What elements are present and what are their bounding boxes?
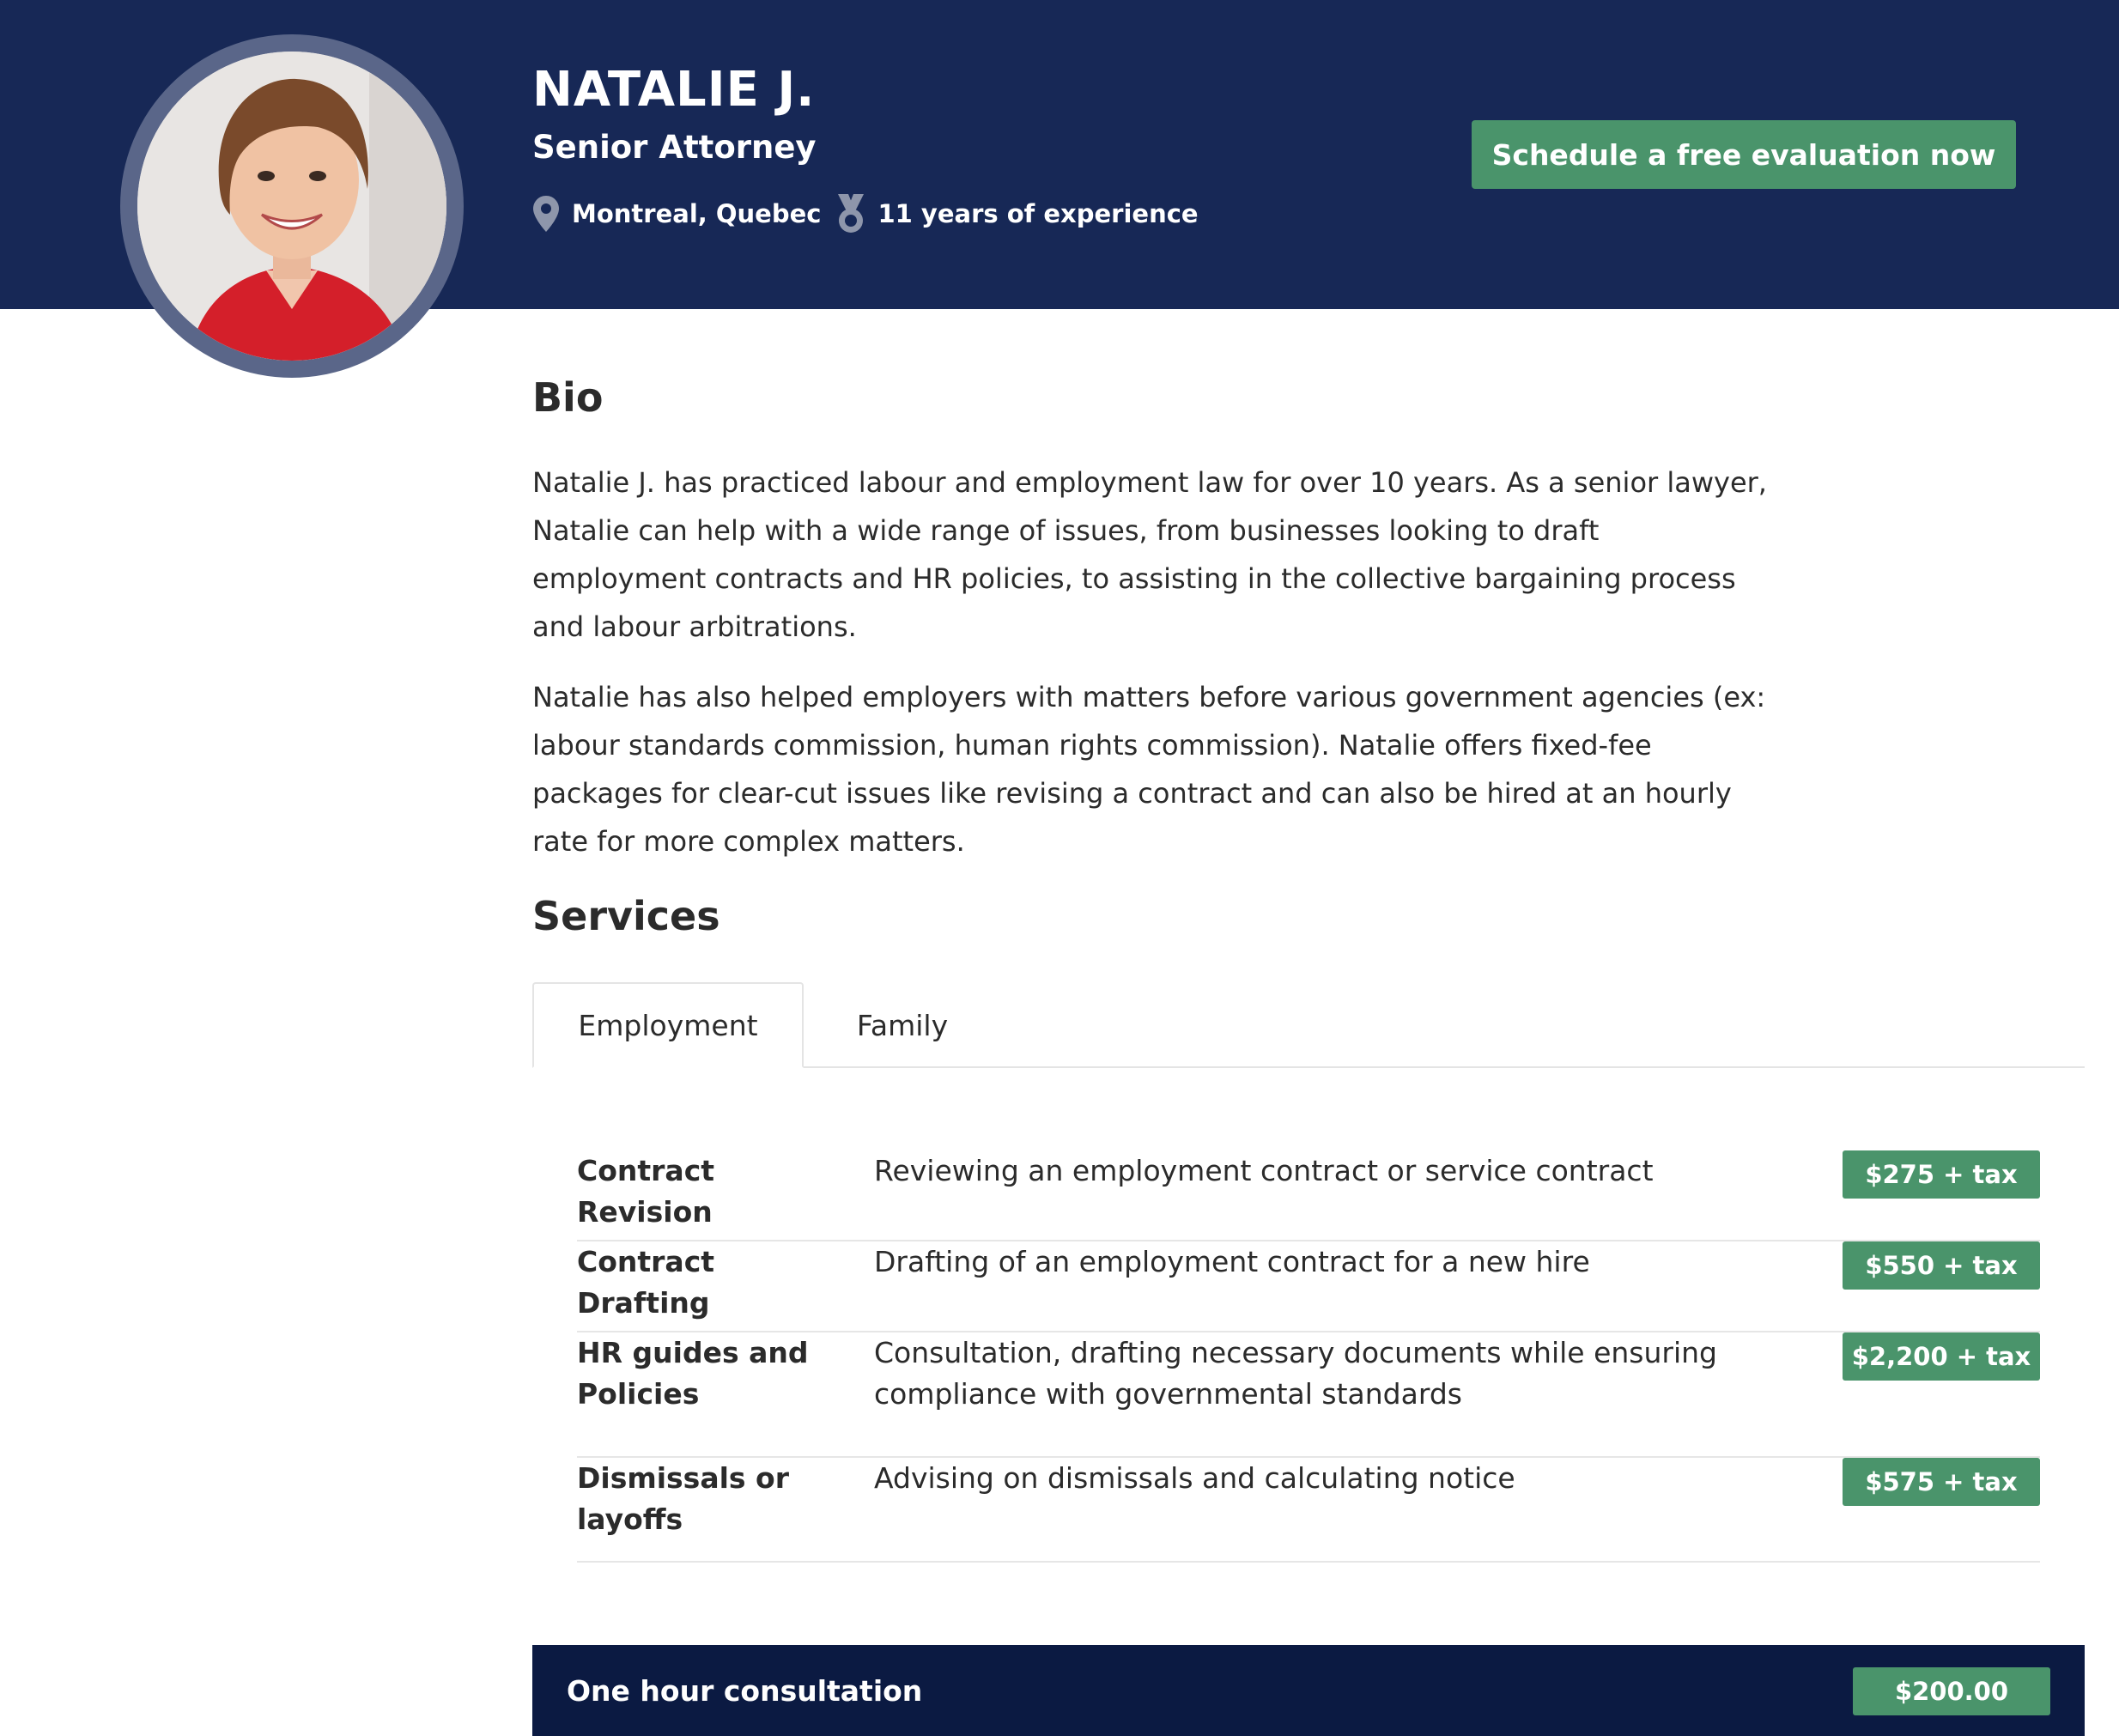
services-heading: Services: [532, 893, 720, 939]
service-description: Drafting of an employment contract for a…: [874, 1245, 1590, 1278]
map-pin-icon: [532, 195, 560, 233]
service-row: Contract Revision Reviewing an employmen…: [577, 1150, 2040, 1241]
avatar: [137, 52, 446, 361]
service-description: Reviewing an employment contract or serv…: [874, 1154, 1654, 1187]
medal-icon: [836, 194, 865, 234]
service-title: Contract Drafting: [577, 1245, 715, 1320]
service-title: HR guides and Policies: [577, 1336, 809, 1411]
experience-text: 11 years of experience: [877, 199, 1199, 228]
service-price-button[interactable]: $275 + tax: [1843, 1150, 2040, 1199]
attorney-name: NATALIE J.: [532, 62, 816, 118]
consultation-label: One hour consultation: [567, 1673, 923, 1708]
bio-paragraph: Natalie has also helped employers with m…: [532, 681, 1766, 858]
service-description: Consultation, drafting necessary documen…: [874, 1336, 1718, 1411]
service-price-button[interactable]: $550 + tax: [1843, 1241, 2040, 1290]
service-row: HR guides and Policies Consultation, dra…: [577, 1332, 2040, 1458]
service-description: Advising on dismissals and calculating n…: [874, 1461, 1515, 1495]
location-text: Montreal, Quebec: [572, 199, 822, 228]
service-price-button[interactable]: $575 + tax: [1843, 1458, 2040, 1506]
attorney-title: Senior Attorney: [532, 129, 817, 166]
schedule-evaluation-button[interactable]: Schedule a free evaluation now: [1472, 120, 2016, 189]
bio-paragraph: Natalie J. has practiced labour and empl…: [532, 466, 1767, 643]
service-title: Contract Revision: [577, 1154, 715, 1229]
tab-family[interactable]: Family: [829, 982, 975, 1068]
service-row: Dismissals or layoffs Advising on dismis…: [577, 1458, 2040, 1563]
tab-employment[interactable]: Employment: [532, 982, 804, 1068]
service-row: Contract Drafting Drafting of an employm…: [577, 1241, 2040, 1332]
service-price-button[interactable]: $2,200 + tax: [1843, 1332, 2040, 1381]
service-title: Dismissals or layoffs: [577, 1461, 789, 1536]
consultation-bar: One hour consultation $200.00: [532, 1645, 2085, 1736]
consultation-price-button[interactable]: $200.00: [1853, 1667, 2050, 1715]
profile-meta: Montreal, Quebec 11 years of experience: [532, 192, 1199, 235]
bio-heading: Bio: [532, 374, 604, 421]
